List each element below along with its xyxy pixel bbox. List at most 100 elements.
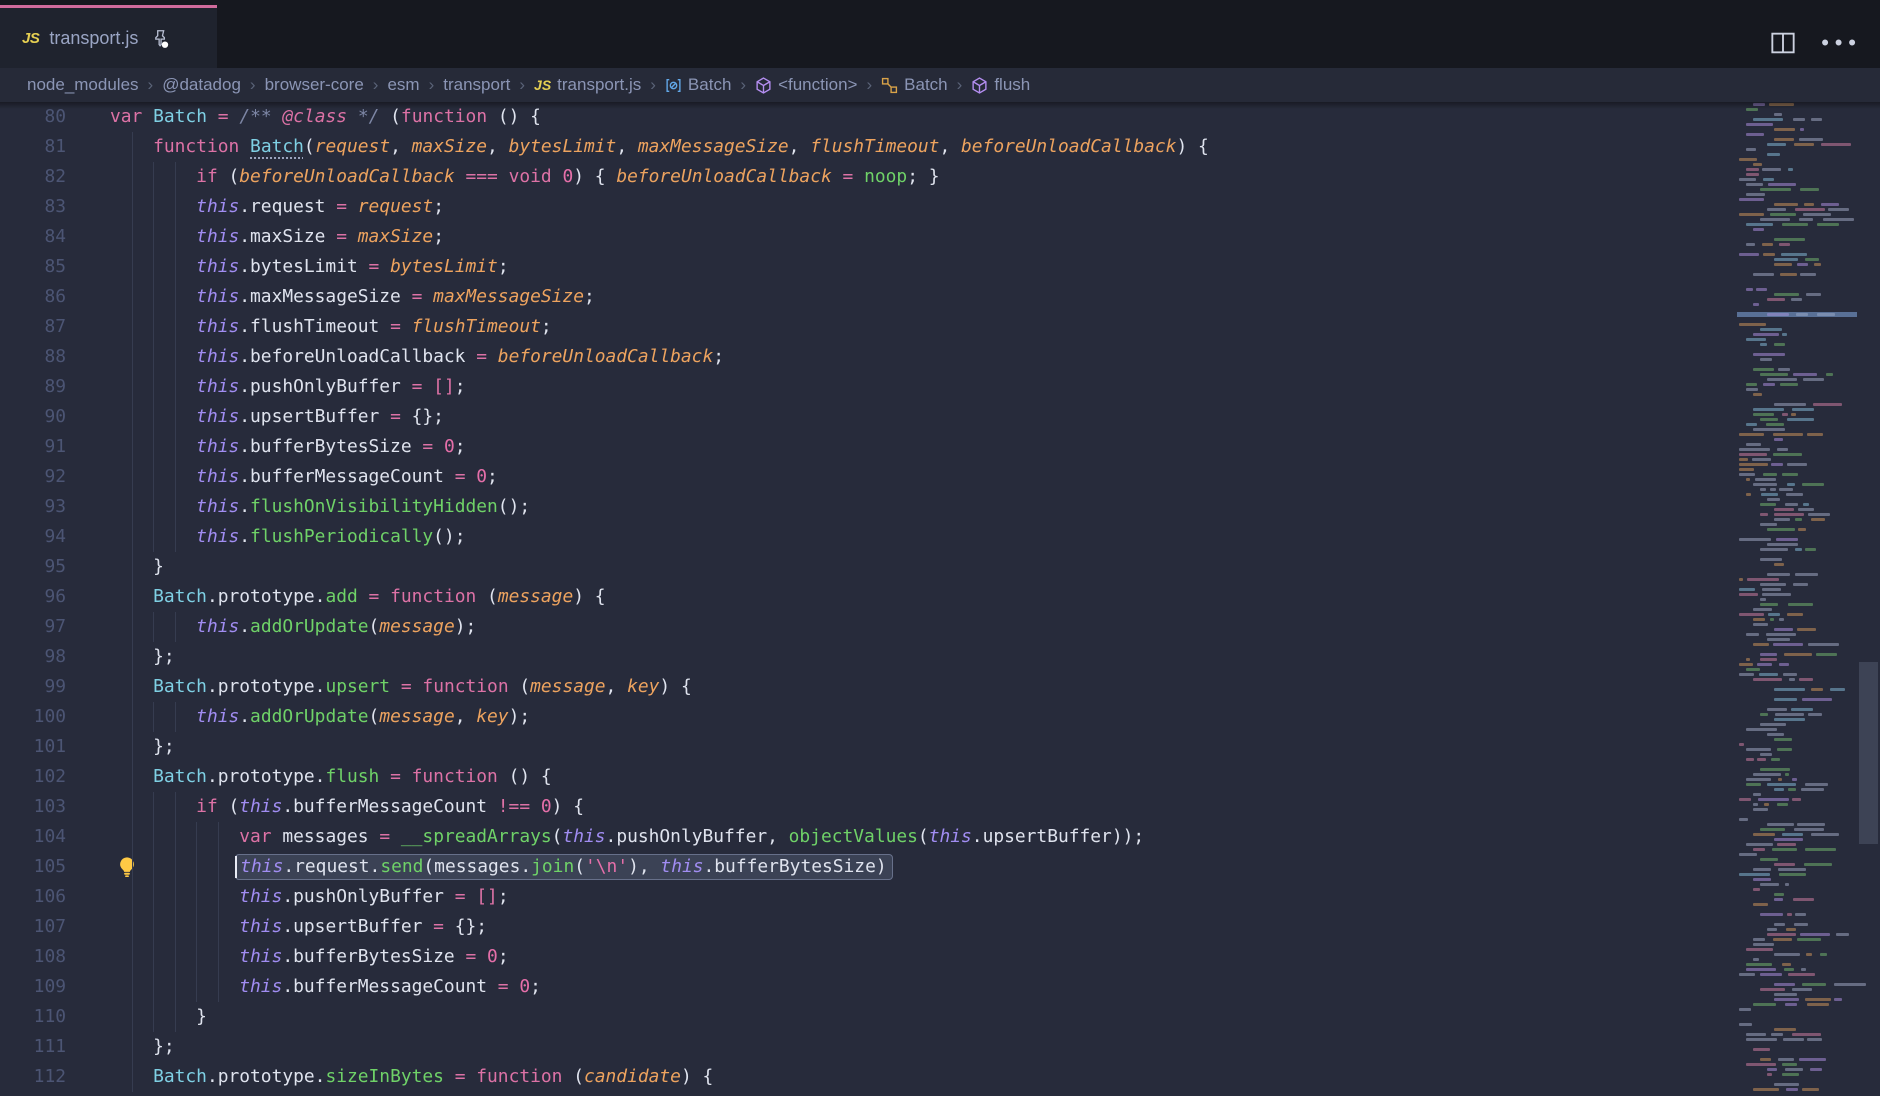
- line-content: this.bufferBytesSize = 0;: [110, 432, 466, 462]
- line-content: function Batch(request, maxSize, bytesLi…: [110, 132, 1209, 162]
- code-line[interactable]: 98 };: [0, 642, 1737, 672]
- line-content: this.flushPeriodically();: [110, 522, 465, 552]
- breadcrumb-item--function-[interactable]: <function>: [755, 75, 857, 95]
- breadcrumb-item-esm[interactable]: esm: [387, 75, 419, 95]
- code-line[interactable]: 81 function Batch(request, maxSize, byte…: [0, 132, 1737, 162]
- line-number: 94: [0, 522, 66, 552]
- breadcrumb-item-browser-core[interactable]: browser-core: [265, 75, 364, 95]
- line-number: 98: [0, 642, 66, 672]
- code-line[interactable]: 82 if (beforeUnloadCallback === void 0) …: [0, 162, 1737, 192]
- code-line[interactable]: 94 this.flushPeriodically();: [0, 522, 1737, 552]
- cube-icon: [755, 77, 772, 94]
- code-line[interactable]: 85 this.bytesLimit = bytesLimit;: [0, 252, 1737, 282]
- line-content: };: [110, 642, 175, 672]
- line-number: 87: [0, 312, 66, 342]
- variable-icon: [881, 77, 898, 94]
- line-number: 81: [0, 132, 66, 162]
- breadcrumb-separator: ›: [148, 75, 154, 95]
- code-line[interactable]: 89 this.pushOnlyBuffer = [];: [0, 372, 1737, 402]
- code-line[interactable]: 90 this.upsertBuffer = {};: [0, 402, 1737, 432]
- code-line[interactable]: 93 this.flushOnVisibilityHidden();: [0, 492, 1737, 522]
- code-line[interactable]: 101 };: [0, 732, 1737, 762]
- breadcrumb-item-flush[interactable]: flush: [971, 75, 1030, 95]
- code-line[interactable]: 106 this.pushOnlyBuffer = [];: [0, 882, 1737, 912]
- line-content: this.addOrUpdate(message, key);: [110, 702, 530, 732]
- line-number: 88: [0, 342, 66, 372]
- vertical-scrollbar: [1857, 102, 1880, 1096]
- breadcrumb-separator: ›: [957, 75, 963, 95]
- code-line[interactable]: 87 this.flushTimeout = flushTimeout;: [0, 312, 1737, 342]
- line-number: 110: [0, 1002, 66, 1032]
- line-number: 84: [0, 222, 66, 252]
- line-number: 106: [0, 882, 66, 912]
- line-content: this.bufferMessageCount = 0;: [110, 462, 498, 492]
- line-content: Batch.prototype.flush = function () {: [110, 762, 552, 792]
- code-line[interactable]: 109 this.bufferMessageCount = 0;: [0, 972, 1737, 1002]
- code-line[interactable]: 95 }: [0, 552, 1737, 582]
- breadcrumb-item-node-modules[interactable]: node_modules: [27, 75, 139, 95]
- tab-transport-js[interactable]: JS transport.js: [0, 5, 217, 68]
- line-content: this.addOrUpdate(message);: [110, 612, 476, 642]
- text-cursor: [235, 856, 237, 878]
- code-line[interactable]: 105 this.request.send(messages.join('\n'…: [0, 852, 1737, 882]
- line-content: var Batch = /** @class */ (function () {: [110, 102, 541, 132]
- line-number: 96: [0, 582, 66, 612]
- code-line[interactable]: 97 this.addOrUpdate(message);: [0, 612, 1737, 642]
- line-content: }: [110, 1002, 207, 1032]
- line-number: 101: [0, 732, 66, 762]
- line-content: this.maxSize = maxSize;: [110, 222, 444, 252]
- line-content: this.maxMessageSize = maxMessageSize;: [110, 282, 595, 312]
- selection-highlight: this.request.send(messages.join('\n'), t…: [235, 854, 892, 880]
- code-line[interactable]: 99 Batch.prototype.upsert = function (me…: [0, 672, 1737, 702]
- line-number: 105: [0, 852, 66, 882]
- line-number: 86: [0, 282, 66, 312]
- scrollbar-thumb[interactable]: [1859, 662, 1878, 844]
- line-number: 102: [0, 762, 66, 792]
- code-line[interactable]: 91 this.bufferBytesSize = 0;: [0, 432, 1737, 462]
- code-line[interactable]: 103 if (this.bufferMessageCount !== 0) {: [0, 792, 1737, 822]
- code-line[interactable]: 108 this.bufferBytesSize = 0;: [0, 942, 1737, 972]
- line-number: 107: [0, 912, 66, 942]
- code-line[interactable]: 84 this.maxSize = maxSize;: [0, 222, 1737, 252]
- line-content: this.bytesLimit = bytesLimit;: [110, 252, 509, 282]
- code-line[interactable]: 107 this.upsertBuffer = {};: [0, 912, 1737, 942]
- line-content: this.pushOnlyBuffer = [];: [110, 882, 509, 912]
- line-number: 109: [0, 972, 66, 1002]
- code-line[interactable]: 88 this.beforeUnloadCallback = beforeUnl…: [0, 342, 1737, 372]
- breadcrumb-item-batch[interactable]: Batch: [881, 75, 947, 95]
- breadcrumb-item-transport[interactable]: transport: [443, 75, 510, 95]
- code-line[interactable]: 102 Batch.prototype.flush = function () …: [0, 762, 1737, 792]
- cube-icon: [971, 77, 988, 94]
- breadcrumb: node_modules › @datadog › browser-core › esm › t…: [0, 68, 1880, 102]
- split-editor-icon[interactable]: [1771, 32, 1795, 54]
- line-number: 97: [0, 612, 66, 642]
- code-line[interactable]: 111 };: [0, 1032, 1737, 1062]
- code-line[interactable]: 112 Batch.prototype.sizeInBytes = functi…: [0, 1062, 1737, 1092]
- tab-bar: JS transport.js • • •: [0, 0, 1880, 68]
- breadcrumb-item--datadog[interactable]: @datadog: [162, 75, 241, 95]
- breadcrumb-item-transport-js[interactable]: JStransport.js: [534, 75, 641, 95]
- code-line[interactable]: 96 Batch.prototype.add = function (messa…: [0, 582, 1737, 612]
- code-editor-window: JS transport.js • • • node_modules › @data…: [0, 0, 1880, 1096]
- pinned-tab-icon[interactable]: [150, 29, 169, 48]
- code-line[interactable]: 92 this.bufferMessageCount = 0;: [0, 462, 1737, 492]
- more-actions-icon[interactable]: • • •: [1821, 38, 1858, 48]
- breadcrumb-item-batch[interactable]: Batch: [665, 75, 731, 95]
- code-line[interactable]: 104 var messages = __spreadArrays(this.p…: [0, 822, 1737, 852]
- line-content: this.pushOnlyBuffer = [];: [110, 372, 466, 402]
- line-number: 83: [0, 192, 66, 222]
- line-content: if (this.bufferMessageCount !== 0) {: [110, 792, 584, 822]
- code-line[interactable]: 86 this.maxMessageSize = maxMessageSize;: [0, 282, 1737, 312]
- line-content: var messages = __spreadArrays(this.pushO…: [110, 822, 1144, 852]
- code-line[interactable]: 80var Batch = /** @class */ (function ()…: [0, 102, 1737, 132]
- minimap[interactable]: [1737, 102, 1857, 1096]
- code-line[interactable]: 100 this.addOrUpdate(message, key);: [0, 702, 1737, 732]
- code-line[interactable]: 83 this.request = request;: [0, 192, 1737, 222]
- line-content: this.bufferBytesSize = 0;: [110, 942, 509, 972]
- line-content: };: [110, 1032, 175, 1062]
- code-line[interactable]: 110 }: [0, 1002, 1737, 1032]
- class-icon: [665, 77, 682, 94]
- line-number: 85: [0, 252, 66, 282]
- breadcrumb-separator: ›: [373, 75, 379, 95]
- breadcrumb-separator: ›: [650, 75, 656, 95]
